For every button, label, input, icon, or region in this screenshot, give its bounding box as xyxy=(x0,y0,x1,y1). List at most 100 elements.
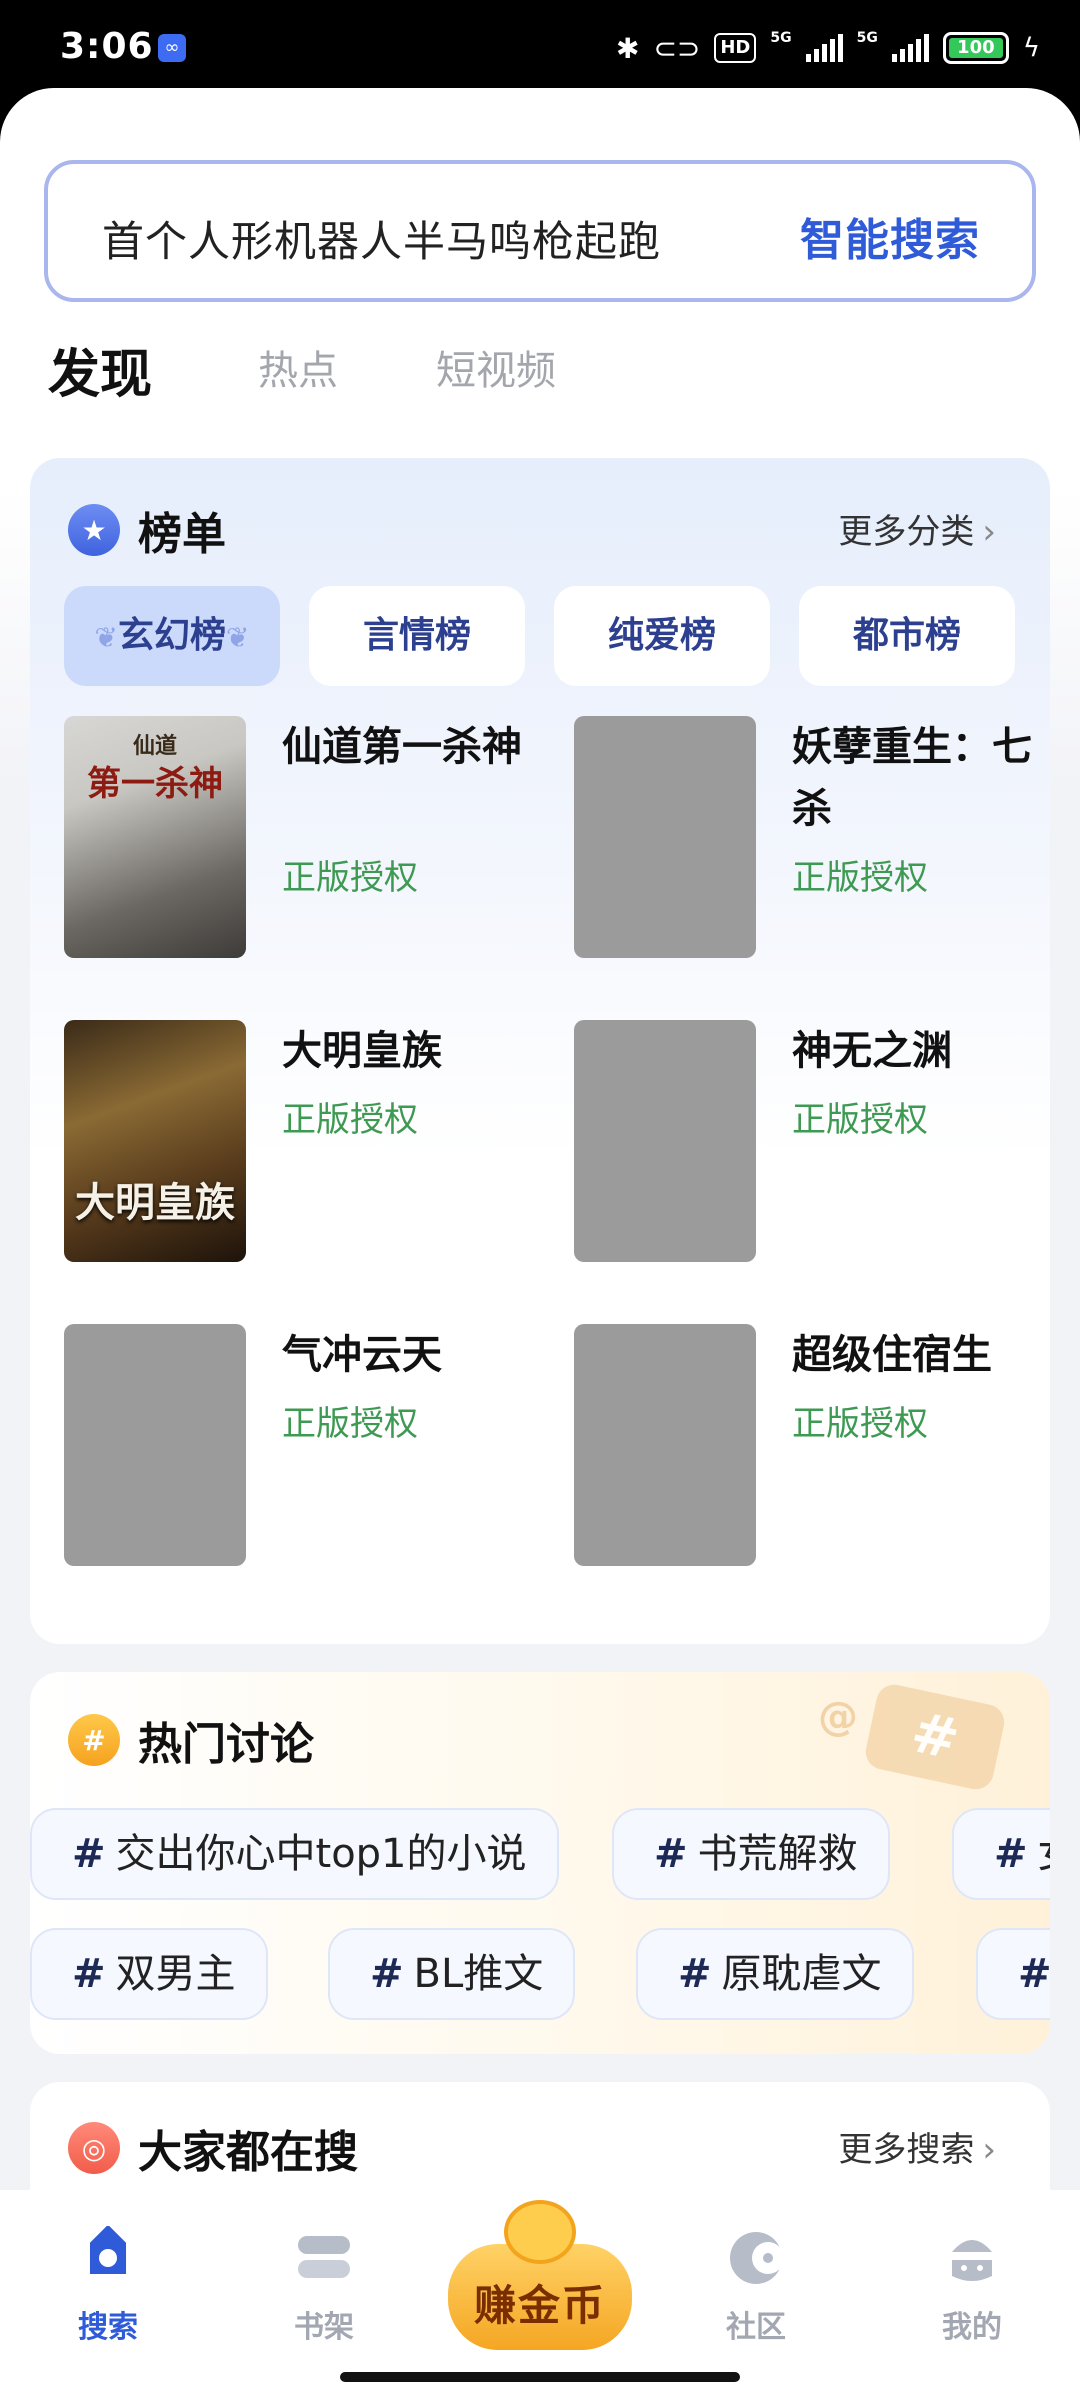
book-title: 神无之渊 xyxy=(792,1028,952,1074)
book-tag: 正版授权 xyxy=(282,1100,418,1140)
hashtag-icon: # xyxy=(1018,1951,1050,1997)
book-cover xyxy=(574,1020,756,1262)
cover-title-text: 大明皇族 xyxy=(75,1180,235,1226)
chip-yanqing[interactable]: 言情榜 xyxy=(309,586,525,686)
chip-label: 言情榜 xyxy=(362,615,471,656)
hashtag-icon: # xyxy=(678,1951,712,1997)
chip-label: 玄幻榜 xyxy=(117,615,226,656)
bottom-nav: 搜索 书架 赚金币 社区 我的 xyxy=(0,2190,1080,2400)
nav-label: 社区 xyxy=(726,2310,786,2345)
topic-label: BL推文 xyxy=(413,1951,544,1997)
book-tag: 正版授权 xyxy=(792,1404,928,1444)
rank-card: ★ 榜单 更多分类 › ❦玄幻榜❦ 言情榜 纯爱榜 都市榜 仙道 第一杀神 仙道第… xyxy=(30,458,1050,1644)
book-title: 仙道第一杀神 xyxy=(282,724,522,770)
book-cover: 仙道 第一杀神 xyxy=(64,716,246,958)
hashtag-icon: # xyxy=(994,1831,1028,1877)
book-tag: 正版授权 xyxy=(282,858,418,898)
topic-chip[interactable]: # 书荒解救 xyxy=(612,1808,890,1900)
hashtag-decoration-icon: # xyxy=(862,1681,1008,1793)
nav-label: 书架 xyxy=(294,2310,354,2345)
main-sheet: 首个人形机器人半马鸣枪起跑 智能搜索 发现 热点 短视频 ★ 榜单 更多分类 › … xyxy=(0,88,1080,2400)
magnifier-icon: ◎ xyxy=(68,2122,120,2174)
chip-label: 都市榜 xyxy=(852,615,961,656)
nav-community[interactable]: 社区 xyxy=(686,2226,826,2346)
book-tag: 正版授权 xyxy=(792,858,928,898)
chip-dushi[interactable]: 都市榜 xyxy=(799,586,1015,686)
coin-book-icon xyxy=(504,2200,576,2264)
chip-label: 纯爱榜 xyxy=(607,615,716,656)
signal-5g-icon xyxy=(891,34,929,62)
tab-discover[interactable]: 发现 xyxy=(48,332,153,407)
hashtag-icon: # xyxy=(654,1831,688,1877)
status-icons: ✱ ⊂⊃ HD 5G 5G 100 ϟ xyxy=(616,28,1040,68)
more-categories-link[interactable]: 更多分类 › xyxy=(838,504,996,553)
book-cover xyxy=(574,716,756,958)
chip-chunai[interactable]: 纯爱榜 xyxy=(554,586,770,686)
smart-search-button[interactable]: 智能搜索 xyxy=(800,204,980,268)
status-time: 3:06 xyxy=(60,26,154,67)
link-icon: ∞ xyxy=(158,34,186,62)
nav-bookshelf[interactable]: 书架 xyxy=(254,2226,394,2346)
topic-chip[interactable]: #女 xyxy=(952,1808,1050,1900)
book-title: 大明皇族 xyxy=(282,1028,442,1074)
hashtag-icon: # xyxy=(68,1714,120,1766)
topic-label: 双男主 xyxy=(115,1951,236,1997)
chevron-right-icon: › xyxy=(982,512,996,552)
signal-5g-label: 5G xyxy=(856,30,878,46)
more-search-label: 更多搜索 xyxy=(838,2130,975,2170)
search-tag-icon xyxy=(76,2226,140,2290)
discussion-header: # 热门讨论 xyxy=(68,1708,314,1772)
rank-category-chips: ❦玄幻榜❦ 言情榜 纯爱榜 都市榜 xyxy=(64,586,1016,686)
search-bar[interactable]: 首个人形机器人半马鸣枪起跑 智能搜索 xyxy=(44,160,1036,302)
signal-5g-label: 5G xyxy=(770,30,792,46)
book-item[interactable]: 妖孽重生：七杀 正版授权 xyxy=(574,716,1050,960)
laurel-right-icon: ❦ xyxy=(226,621,250,654)
topic-label: 原耽虐文 xyxy=(721,1951,882,1997)
battery-level: 100 xyxy=(948,38,1003,58)
topic-chip[interactable]: # 原耽虐文 xyxy=(636,1928,914,2020)
battery-icon: 100 xyxy=(942,32,1009,64)
more-search-link[interactable]: 更多搜索 › xyxy=(838,2122,996,2171)
search-input[interactable]: 首个人形机器人半马鸣枪起跑 xyxy=(102,208,661,269)
nav-search[interactable]: 搜索 xyxy=(38,2226,178,2346)
book-item[interactable]: 气冲云天 正版授权 xyxy=(64,1324,544,1568)
earn-coins-button[interactable]: 赚金币 xyxy=(448,2200,632,2350)
book-cover xyxy=(64,1324,246,1566)
signal-5g-icon xyxy=(805,34,843,62)
book-cover: 大明皇族 xyxy=(64,1020,246,1262)
nfc-icon: ⊂⊃ xyxy=(653,31,701,65)
book-tag: 正版授权 xyxy=(792,1100,928,1140)
hd-voice-icon: HD xyxy=(714,33,757,63)
book-title: 气冲云天 xyxy=(282,1332,442,1378)
earn-coins-label: 赚金币 xyxy=(473,2281,606,2330)
home-indicator[interactable] xyxy=(340,2372,740,2382)
topic-chip[interactable]: # 双男主 xyxy=(30,1928,268,2020)
trending-header: ◎ 大家都在搜 xyxy=(68,2116,358,2180)
nav-label: 搜索 xyxy=(78,2310,138,2345)
tab-hot[interactable]: 热点 xyxy=(258,338,338,396)
chevron-right-icon: › xyxy=(982,2130,996,2170)
book-item[interactable]: 神无之渊 正版授权 xyxy=(574,1020,1050,1264)
hashtag-icon: # xyxy=(72,1831,106,1877)
rank-header: ★ 榜单 xyxy=(68,498,226,562)
book-item[interactable]: 大明皇族 大明皇族 正版授权 xyxy=(64,1020,544,1264)
topic-label: 女 xyxy=(1038,1831,1050,1877)
book-item[interactable]: 超级住宿生 正版授权 xyxy=(574,1324,1050,1568)
tab-short-video[interactable]: 短视频 xyxy=(436,338,556,396)
chip-xuanhuan[interactable]: ❦玄幻榜❦ xyxy=(64,586,280,686)
hashtag-icon: # xyxy=(72,1951,106,1997)
discussion-title: 热门讨论 xyxy=(138,1719,314,1770)
topic-chip[interactable]: # 交出你心中top1的小说 xyxy=(30,1808,559,1900)
profile-icon xyxy=(940,2226,1004,2290)
topic-label: 交出你心中top1的小说 xyxy=(115,1831,527,1877)
hot-discussion-card: @ # # 热门讨论 #交出你心中top1的小说 #书荒解救 #女 #双男主 #… xyxy=(30,1672,1050,2054)
book-item[interactable]: 仙道 第一杀神 仙道第一杀神 正版授权 xyxy=(64,716,544,960)
bluetooth-icon: ✱ xyxy=(615,31,640,65)
topic-chip[interactable]: # xyxy=(976,1928,1050,2020)
topic-chip[interactable]: # BL推文 xyxy=(328,1928,576,2020)
more-categories-label: 更多分类 xyxy=(838,512,975,552)
cover-title-text: 第一杀神 xyxy=(87,764,223,804)
nav-profile[interactable]: 我的 xyxy=(902,2226,1042,2346)
rank-title: 榜单 xyxy=(138,509,226,560)
book-title: 妖孽重生：七杀 xyxy=(792,724,1032,832)
